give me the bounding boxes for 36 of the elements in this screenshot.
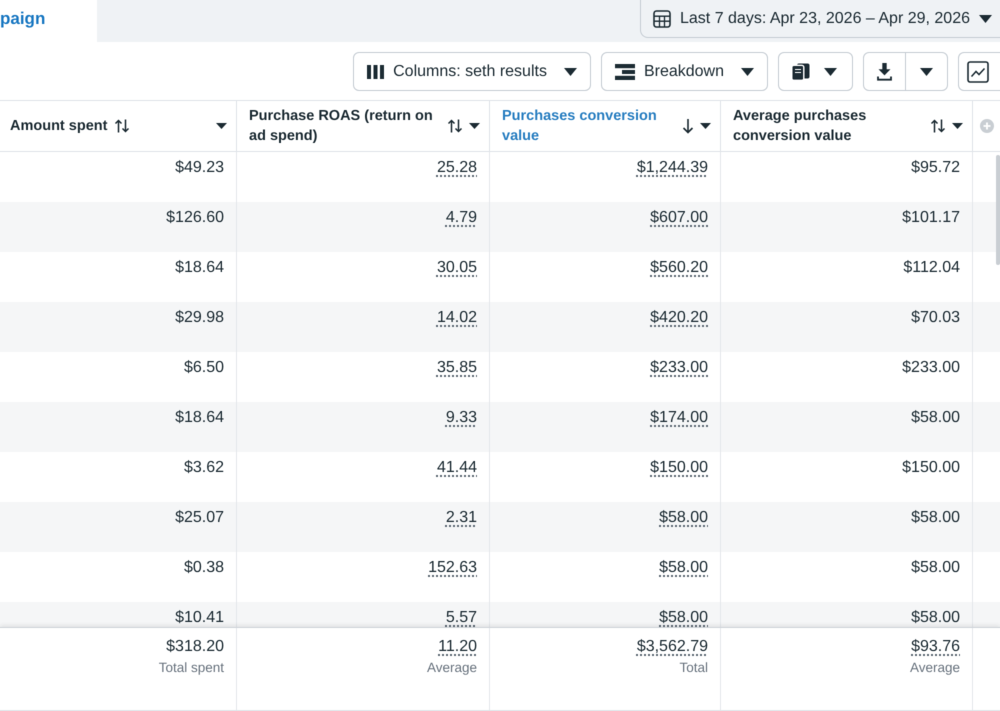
caret-icon <box>564 68 577 76</box>
chart-button[interactable] <box>958 52 1000 91</box>
sort-icon[interactable] <box>930 119 946 133</box>
pages-icon <box>791 62 810 80</box>
total-label: Total spent <box>158 659 224 677</box>
total-value: $93.76 <box>911 637 960 657</box>
total-value: $3,562.79 <box>636 637 708 657</box>
caret-icon <box>952 123 963 129</box>
caret-icon <box>216 123 227 129</box>
caret-icon <box>741 68 754 76</box>
sort-icon[interactable] <box>114 119 130 133</box>
caret-icon <box>824 68 837 76</box>
total-label: Average <box>426 659 477 677</box>
total-value: $318.20 <box>166 637 224 657</box>
sort-down-icon[interactable] <box>682 118 694 134</box>
sort-icon[interactable] <box>447 119 463 133</box>
total-label: Total <box>679 659 708 677</box>
download-icon <box>877 62 892 80</box>
export-button[interactable] <box>863 52 906 91</box>
caret-icon <box>469 123 480 129</box>
line-chart-icon <box>967 60 989 82</box>
reports-button[interactable] <box>778 52 853 91</box>
tab[interactable]: paign <box>0 0 97 42</box>
columns-button[interactable]: Columns: seth results <box>353 52 591 91</box>
caret-icon <box>979 14 992 22</box>
export-menu-button[interactable] <box>906 52 948 91</box>
caret-icon <box>700 123 711 129</box>
total-label: Average <box>910 659 960 677</box>
columns-icon <box>367 64 384 78</box>
scrollbar[interactable] <box>996 155 1000 265</box>
total-value: 11.20 <box>438 637 477 657</box>
breakdown-icon <box>614 64 635 80</box>
breakdown-button[interactable]: Breakdown <box>600 52 768 91</box>
date-range-button[interactable]: Last 7 days: Apr 23, 2026 – Apr 29, 2026 <box>640 0 1000 38</box>
caret-icon <box>920 68 933 76</box>
calendar-icon <box>653 10 671 28</box>
